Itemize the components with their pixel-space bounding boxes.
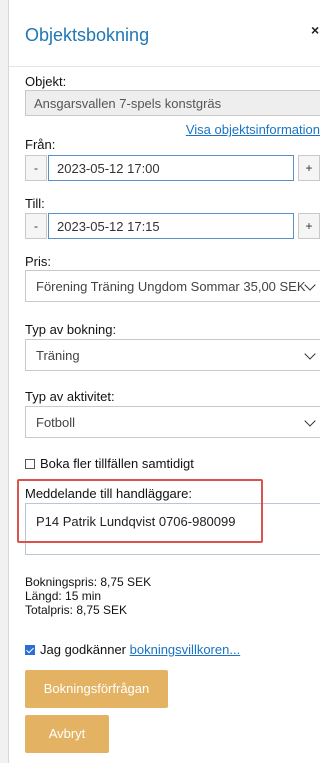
- chevron-down-icon: [304, 348, 316, 360]
- total-price: Totalpris: 8,75 SEK: [25, 603, 128, 617]
- price-select-value: Förening Träning Ungdom Sommar 35,00 SEK: [36, 279, 306, 294]
- from-plus-button[interactable]: +: [298, 155, 320, 181]
- booking-type-label: Typ av bokning:: [25, 322, 117, 337]
- object-label: Objekt:: [25, 74, 67, 89]
- to-label: Till:: [25, 196, 45, 211]
- price-label: Pris:: [25, 254, 51, 269]
- terms-prefix: Jag godkänner: [40, 642, 130, 657]
- from-minus-button[interactable]: -: [25, 155, 47, 181]
- highlight-box: [17, 479, 263, 543]
- chevron-down-icon: [304, 279, 316, 291]
- chevron-down-icon: [304, 415, 316, 427]
- booking-request-button[interactable]: Bokningsförfrågan: [25, 670, 168, 708]
- dialog-header: Objektsbokning ×: [9, 0, 320, 67]
- booking-type-value: Träning: [36, 348, 80, 363]
- terms-checkbox[interactable]: [25, 645, 35, 655]
- activity-type-label: Typ av aktivitet:: [25, 389, 115, 404]
- terms-text: Jag godkänner bokningsvillkoren...: [40, 642, 240, 657]
- from-date-input[interactable]: 2023-05-12 17:00: [48, 155, 294, 181]
- multi-booking-label: Boka fler tillfällen samtidigt: [40, 456, 194, 471]
- price-select[interactable]: Förening Träning Ungdom Sommar 35,00 SEK: [25, 270, 320, 302]
- terms-link[interactable]: bokningsvillkoren...: [130, 642, 241, 657]
- to-minus-button[interactable]: -: [25, 213, 47, 239]
- to-plus-button[interactable]: +: [298, 213, 320, 239]
- booking-length: Längd: 15 min: [25, 589, 102, 603]
- close-icon[interactable]: ×: [311, 22, 319, 38]
- activity-type-select[interactable]: Fotboll: [25, 406, 320, 438]
- object-field: Ansgarsvallen 7-spels konstgräs: [25, 90, 320, 116]
- to-date-input[interactable]: 2023-05-12 17:15: [48, 213, 294, 239]
- dialog-title: Objektsbokning: [25, 25, 150, 45]
- booking-type-select[interactable]: Träning: [25, 339, 320, 371]
- from-label: Från:: [25, 137, 56, 152]
- left-edge: [0, 0, 9, 763]
- booking-price: Bokningspris: 8,75 SEK: [25, 575, 152, 589]
- object-info-link[interactable]: Visa objektsinformation: [186, 122, 320, 137]
- activity-type-value: Fotboll: [36, 415, 76, 430]
- multi-booking-checkbox[interactable]: [25, 459, 35, 469]
- cancel-button[interactable]: Avbryt: [25, 715, 109, 753]
